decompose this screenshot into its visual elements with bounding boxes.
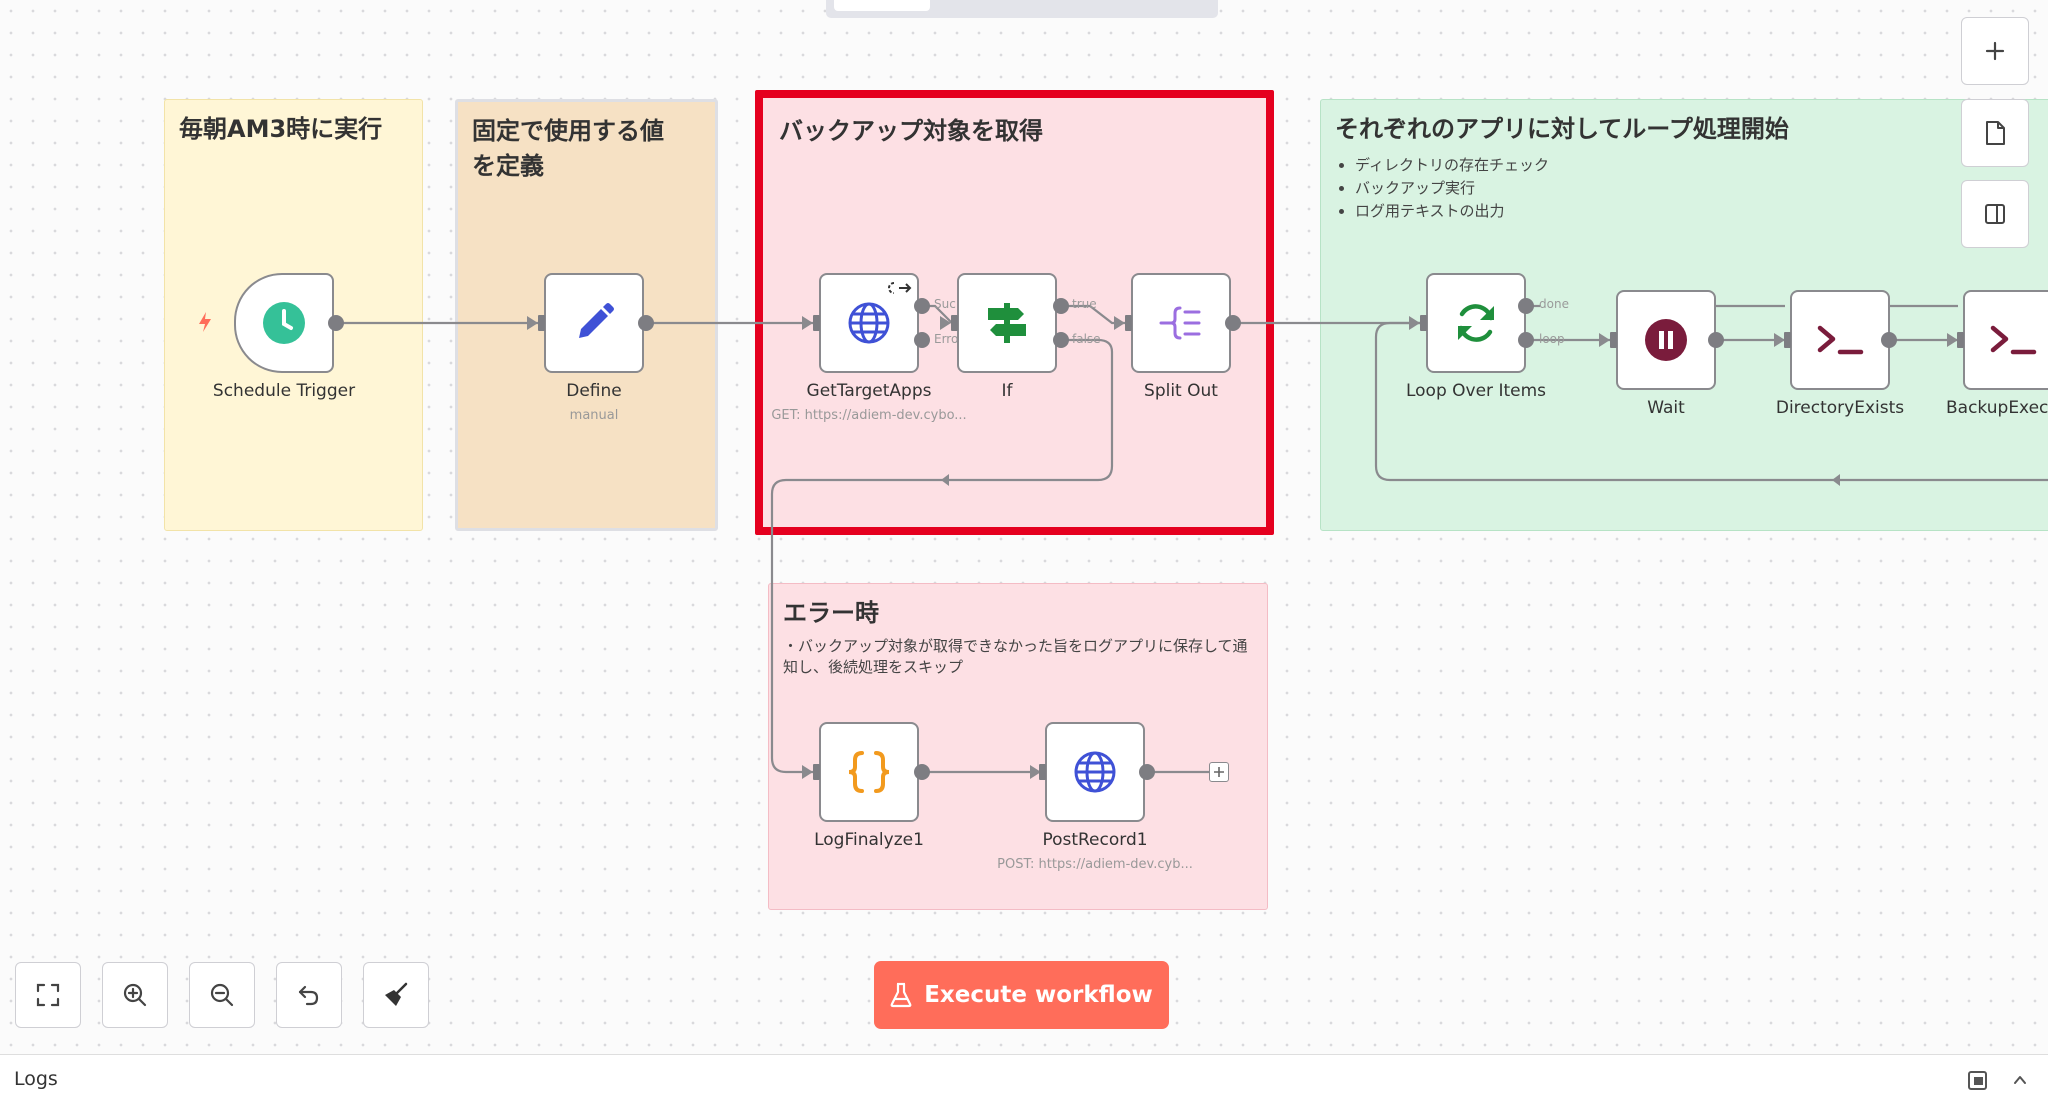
pop-out-icon[interactable] <box>1967 1069 1989 1091</box>
input-port[interactable] <box>1125 315 1132 331</box>
input-port[interactable] <box>1784 332 1791 348</box>
globe-icon <box>848 302 890 344</box>
refresh-icon <box>1458 304 1494 342</box>
node-label: Define <box>566 381 622 401</box>
chevron-up-icon[interactable] <box>2011 1071 2029 1089</box>
input-port[interactable] <box>951 315 958 331</box>
node-label: Split Out <box>1144 381 1218 401</box>
add-sticky-button[interactable] <box>1961 99 2029 167</box>
done-output-port[interactable] <box>1518 298 1534 314</box>
input-port[interactable] <box>813 315 820 331</box>
zoom-out-button[interactable] <box>189 962 255 1028</box>
zoom-in-button[interactable] <box>102 962 168 1028</box>
signpost-icon <box>988 303 1026 343</box>
lightning-icon <box>199 312 211 332</box>
loop-output-port[interactable] <box>1518 332 1534 348</box>
node-schedule-trigger[interactable] <box>234 273 334 373</box>
logs-panel-bar[interactable]: Logs <box>0 1054 2048 1103</box>
node-label: BackupExec <box>1946 398 2048 418</box>
node-loop-over-items[interactable] <box>1426 273 1526 373</box>
plus-icon <box>1214 767 1224 777</box>
sticky-note-icon <box>1986 121 2005 145</box>
fit-view-icon <box>36 983 60 1007</box>
node-backup-exec[interactable] <box>1963 290 2048 390</box>
port-label-loop: loop <box>1539 332 1565 346</box>
node-label: LogFinalyze1 <box>814 830 924 850</box>
zoom-to-fit-button[interactable] <box>15 962 81 1028</box>
logs-label: Logs <box>14 1068 58 1090</box>
false-output-port[interactable] <box>1053 332 1069 348</box>
port-label-done: done <box>1539 297 1569 311</box>
connections-layer <box>336 304 2048 779</box>
plus-icon <box>1985 41 2005 61</box>
node-define[interactable] <box>544 273 644 373</box>
node-directory-exists[interactable] <box>1790 290 1890 390</box>
globe-icon <box>1074 751 1116 793</box>
node-post-record[interactable] <box>1045 722 1145 822</box>
execute-workflow-label: Execute workflow <box>924 982 1153 1008</box>
input-port[interactable] <box>1610 332 1617 348</box>
port-label-success: Suc <box>934 297 956 311</box>
clock-icon <box>263 302 305 344</box>
output-port[interactable] <box>1708 332 1724 348</box>
undo-icon <box>298 985 319 1006</box>
output-port[interactable] <box>1881 332 1897 348</box>
add-node-panel-button[interactable] <box>1961 17 2029 85</box>
node-wait[interactable] <box>1616 290 1716 390</box>
zoom-out-icon <box>210 983 234 1007</box>
port-label-true: true <box>1072 297 1097 311</box>
split-icon <box>1159 306 1201 340</box>
input-port[interactable] <box>1957 332 1964 348</box>
node-if[interactable] <box>957 273 1057 373</box>
true-output-port[interactable] <box>1053 298 1069 314</box>
port-label-error: Erro <box>934 332 959 346</box>
output-port[interactable] <box>1225 315 1241 331</box>
pencil-icon <box>579 303 614 338</box>
error-output-port[interactable] <box>914 332 930 348</box>
add-node-button[interactable] <box>1209 762 1229 782</box>
execute-workflow-button[interactable]: Execute workflow <box>874 961 1169 1029</box>
pause-icon <box>1645 319 1687 361</box>
input-port[interactable] <box>538 315 545 331</box>
output-port[interactable] <box>1139 764 1155 780</box>
broom-icon <box>385 982 408 1006</box>
toggle-panel-button[interactable] <box>1961 180 2029 248</box>
input-port[interactable] <box>1039 764 1046 780</box>
output-port[interactable] <box>638 315 654 331</box>
output-port[interactable] <box>328 315 344 331</box>
flask-icon <box>890 982 912 1008</box>
output-port[interactable] <box>914 764 930 780</box>
input-port[interactable] <box>813 764 820 780</box>
success-output-port[interactable] <box>914 298 930 314</box>
node-label: PostRecord1 <box>1042 830 1148 850</box>
retry-icon <box>888 282 912 294</box>
node-log-finalyze[interactable] <box>819 722 919 822</box>
input-port[interactable] <box>1420 315 1427 331</box>
port-label-false: false <box>1072 332 1101 346</box>
node-subtitle: GET: https://adiem-dev.cybo... <box>771 408 967 423</box>
zoom-in-icon <box>123 983 147 1007</box>
terminal-icon <box>1990 325 2037 355</box>
terminal-icon <box>1817 325 1864 355</box>
tidy-up-button[interactable] <box>363 962 429 1028</box>
node-label: Schedule Trigger <box>212 381 356 401</box>
node-subtitle: manual <box>569 408 619 423</box>
reset-zoom-button[interactable] <box>276 962 342 1028</box>
node-label: DirectoryExists <box>1775 398 1905 418</box>
node-split-out[interactable] <box>1131 273 1231 373</box>
braces-icon <box>848 751 890 793</box>
panel-icon <box>1985 204 2005 224</box>
node-subtitle: POST: https://adiem-dev.cyb... <box>997 857 1193 872</box>
